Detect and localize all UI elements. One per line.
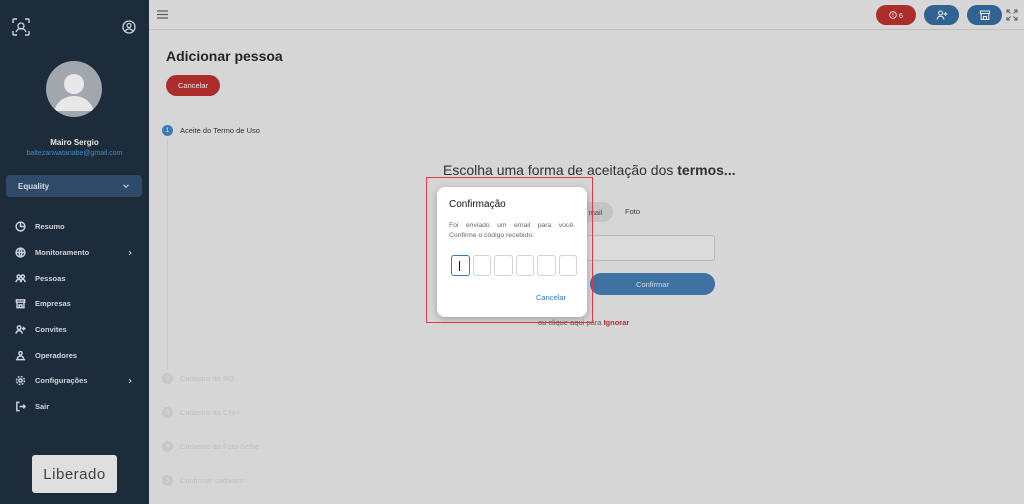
code-input-group: [451, 255, 577, 276]
dialog-cancel-button[interactable]: Cancelar: [536, 293, 566, 302]
code-digit-4[interactable]: [515, 255, 534, 276]
code-digit-1[interactable]: [451, 255, 470, 276]
dialog-title: Confirmação: [449, 199, 506, 210]
code-digit-2[interactable]: [472, 255, 491, 276]
confirmation-dialog: Confirmação Foi enviado um email para vo…: [437, 187, 587, 317]
code-digit-5[interactable]: [537, 255, 556, 276]
dialog-message: Foi enviado um email para você. Confirme…: [449, 222, 575, 239]
code-digit-3[interactable]: [494, 255, 513, 276]
code-digit-6[interactable]: [558, 255, 577, 276]
